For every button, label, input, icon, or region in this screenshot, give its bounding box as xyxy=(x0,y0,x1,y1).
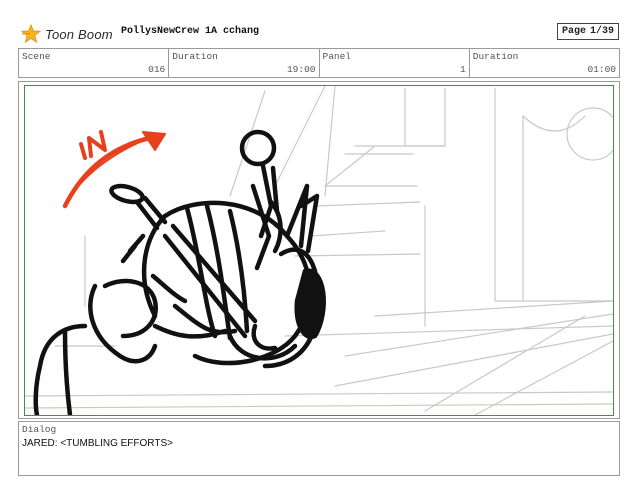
page-label: Page xyxy=(562,26,587,37)
storyboard-panel: IN xyxy=(18,81,620,419)
page-indicator: Page 1/39 xyxy=(557,23,619,40)
annotation-text: IN xyxy=(25,86,27,87)
panel-value: 1 xyxy=(460,64,466,75)
scene-duration-label: Duration xyxy=(172,51,218,62)
page-number: 1/39 xyxy=(589,26,614,37)
document-title: PollysNewCrew 1A cchang xyxy=(121,26,260,37)
panel-label: Panel xyxy=(322,51,352,62)
scene-duration-cell: Duration 19:00 xyxy=(169,49,320,77)
dialog-label: Dialog xyxy=(22,424,57,435)
scene-duration-value: 19:00 xyxy=(286,64,316,75)
scene-label: Scene xyxy=(22,51,51,62)
scene-cell: Scene 016 xyxy=(19,49,170,77)
dialog-text: JARED: <TUMBLING EFFORTS> xyxy=(22,438,173,449)
toon-boom-logo: Toon Boom xyxy=(20,22,113,46)
panel-duration-label: Duration xyxy=(472,51,519,62)
panel-drawing-area: IN xyxy=(24,85,614,416)
storyboard-header: Toon Boom PollysNewCrew 1A cchang Page 1… xyxy=(18,20,620,48)
background-sketch xyxy=(25,86,613,415)
brand-name: Toon Boom xyxy=(45,26,113,42)
scene-value: 016 xyxy=(148,64,166,75)
panel-cell: Panel 1 xyxy=(320,49,470,77)
panel-sketch: IN xyxy=(25,86,613,415)
scene-info-row: Scene 016 Duration 19:00 Panel 1 Duratio… xyxy=(18,48,620,78)
panel-duration-cell: Duration 01:00 xyxy=(470,49,619,77)
toon-boom-star-icon xyxy=(20,23,42,44)
dialog-box: Dialog JARED: <TUMBLING EFFORTS> xyxy=(18,421,620,476)
panel-duration-value: 01:00 xyxy=(587,64,616,75)
